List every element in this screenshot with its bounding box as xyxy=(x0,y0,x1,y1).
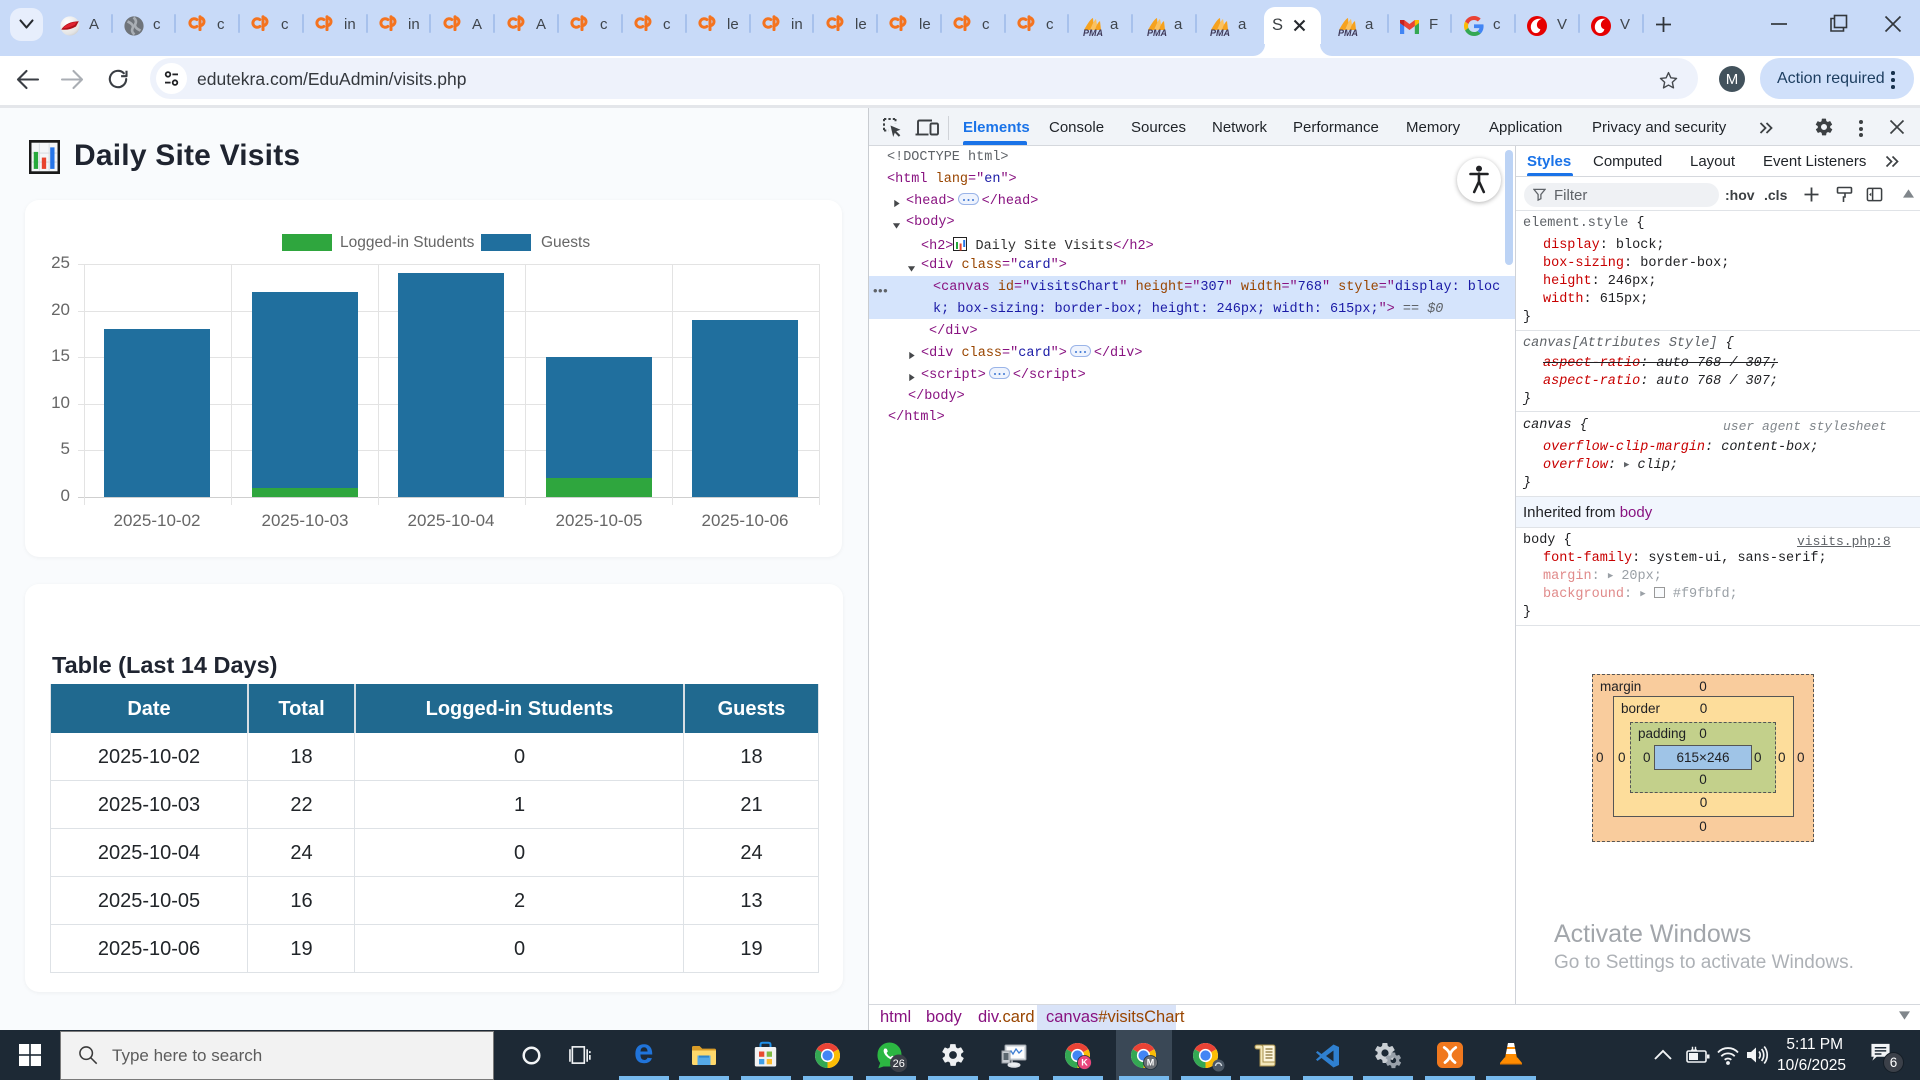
svg-text:PMA: PMA xyxy=(1210,28,1230,37)
svg-text:PMA: PMA xyxy=(1338,28,1358,37)
svg-text:PMA: PMA xyxy=(1083,28,1103,37)
svg-text:PMA: PMA xyxy=(1147,28,1167,37)
svg-text:26: 26 xyxy=(893,1058,905,1070)
svg-text:K: K xyxy=(1081,1058,1088,1068)
svg-text:M: M xyxy=(1147,1058,1155,1068)
